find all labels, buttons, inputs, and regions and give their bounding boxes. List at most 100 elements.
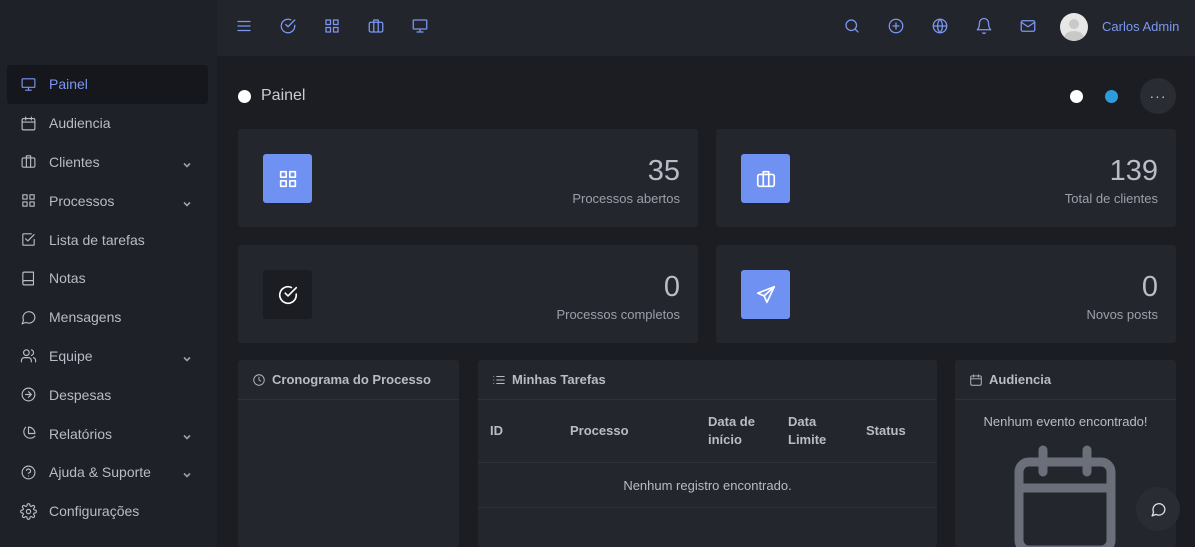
stat-card-novos-posts: 0 Novos posts <box>716 245 1176 343</box>
panel-title: Audiencia <box>989 372 1052 387</box>
page-title: Painel <box>238 87 305 105</box>
sidebar-item-clientes[interactable]: Clientes <box>7 143 208 182</box>
panel-title: Minhas Tarefas <box>512 372 606 387</box>
mail-icon[interactable] <box>1019 17 1039 37</box>
page-title-text: Painel <box>261 87 306 104</box>
panel-header: Audiencia <box>955 360 1176 400</box>
sidebar-item-audiencia[interactable]: Audiencia <box>7 104 208 143</box>
sidebar: Painel Audiencia Clientes Processos List… <box>0 0 217 547</box>
globe-icon[interactable] <box>931 17 951 37</box>
stat-caption: Novos posts <box>1086 307 1158 322</box>
send-icon <box>741 270 790 319</box>
calendar-icon <box>970 373 982 386</box>
sidebar-item-label: Despesas <box>49 386 112 403</box>
chevron-down-icon <box>182 196 192 207</box>
sidebar-item-label: Lista de tarefas <box>49 231 145 248</box>
column-header-data-inicio[interactable]: Data de início <box>708 413 768 449</box>
avatar-head <box>1069 19 1079 29</box>
stat-value: 0 <box>663 271 680 303</box>
panel-header: Minhas Tarefas <box>478 360 937 400</box>
column-header-processo[interactable]: Processo <box>570 422 629 440</box>
stat-value: 139 <box>1109 155 1158 187</box>
stat-caption: Processos completos <box>556 307 680 322</box>
chevron-down-icon <box>182 351 192 362</box>
users-icon <box>19 347 37 365</box>
sidebar-item-label: Ajuda & Suporte <box>49 464 151 481</box>
stat-caption: Processos abertos <box>572 191 680 206</box>
avatar[interactable] <box>1060 13 1088 41</box>
column-header-status[interactable]: Status <box>866 422 906 440</box>
clock-icon <box>253 373 265 386</box>
sidebar-item-label: Clientes <box>49 153 100 170</box>
timeline-panel: Cronograma do Processo <box>238 360 459 547</box>
table-header: ID Processo Data de início Data Limite S… <box>478 400 937 463</box>
sidebar-item-label: Audiencia <box>49 115 111 132</box>
check-circle-icon <box>263 270 312 319</box>
panel-header: Cronograma do Processo <box>238 360 459 400</box>
sidebar-item-painel[interactable]: Painel <box>7 65 208 104</box>
sidebar-item-ajuda-suporte[interactable]: Ajuda & Suporte <box>7 453 208 492</box>
sidebar-nav: Painel Audiencia Clientes Processos List… <box>7 65 208 531</box>
topbar: Carlos Admin <box>217 0 1195 56</box>
search-icon[interactable] <box>843 17 863 37</box>
arrow-right-circle-icon <box>19 386 37 404</box>
monitor-icon[interactable] <box>411 17 431 37</box>
sidebar-item-configuracoes[interactable]: Configurações <box>7 492 208 531</box>
more-options-button[interactable]: ··· <box>1140 78 1176 114</box>
sidebar-item-mensagens[interactable]: Mensagens <box>7 298 208 337</box>
chevron-down-icon <box>182 429 192 440</box>
grid-icon[interactable] <box>323 17 343 37</box>
chevron-down-icon <box>182 467 192 478</box>
list-icon <box>493 375 505 384</box>
sidebar-item-label: Painel <box>49 76 88 93</box>
briefcase-icon <box>741 154 790 203</box>
chat-button[interactable] <box>1136 487 1180 531</box>
sidebar-item-relatorios[interactable]: Relatórios <box>7 414 208 453</box>
pie-chart-icon <box>19 425 37 443</box>
book-icon <box>19 269 37 287</box>
sidebar-item-label: Configurações <box>49 503 140 520</box>
calendar-icon <box>1013 444 1117 547</box>
user-name[interactable]: Carlos Admin <box>1102 19 1179 34</box>
title-dot <box>238 89 251 103</box>
sidebar-item-processos[interactable]: Processos <box>7 181 208 220</box>
stat-value: 0 <box>1141 271 1158 303</box>
tasks-panel: Minhas Tarefas ID Processo Data de iníci… <box>478 360 937 547</box>
sidebar-item-label: Notas <box>49 270 86 287</box>
empty-table-message: Nenhum registro encontrado. <box>478 463 937 508</box>
sidebar-item-equipe[interactable]: Equipe <box>7 337 208 376</box>
sidebar-brand-area <box>0 0 217 56</box>
avatar-body <box>1064 31 1084 41</box>
chevron-down-icon <box>182 157 192 168</box>
menu-icon[interactable] <box>235 17 255 37</box>
panel-title: Cronograma do Processo <box>272 372 431 387</box>
grid-icon <box>19 192 37 210</box>
briefcase-icon[interactable] <box>367 17 387 37</box>
no-events-message: Nenhum evento encontrado! <box>983 414 1148 429</box>
plus-circle-icon[interactable] <box>887 17 907 37</box>
theme-blue-button[interactable] <box>1105 90 1118 103</box>
stat-caption: Total de clientes <box>1064 191 1158 206</box>
stat-card-total-de-clientes: 139 Total de clientes <box>716 129 1176 227</box>
settings-icon <box>19 502 37 520</box>
column-header-id[interactable]: ID <box>490 422 503 440</box>
check-square-icon <box>19 231 37 249</box>
bell-icon[interactable] <box>975 17 995 37</box>
stat-value: 35 <box>647 155 680 187</box>
sidebar-item-notas[interactable]: Notas <box>7 259 208 298</box>
monitor-icon <box>19 75 37 93</box>
message-circle-icon <box>19 308 37 326</box>
sidebar-item-lista-de-tarefas[interactable]: Lista de tarefas <box>7 220 208 259</box>
help-circle-icon <box>19 463 37 481</box>
column-header-data-limite[interactable]: Data Limite <box>788 413 838 449</box>
message-circle-icon <box>1150 502 1166 517</box>
briefcase-icon <box>19 153 37 171</box>
sidebar-item-label: Processos <box>49 192 115 209</box>
sidebar-item-label: Mensagens <box>49 309 122 326</box>
grid-icon <box>263 154 312 203</box>
sidebar-item-label: Equipe <box>49 347 93 364</box>
theme-light-button[interactable] <box>1070 90 1083 103</box>
stat-card-processos-completos: 0 Processos completos <box>238 245 698 343</box>
check-circle-icon[interactable] <box>279 17 299 37</box>
sidebar-item-despesas[interactable]: Despesas <box>7 375 208 414</box>
